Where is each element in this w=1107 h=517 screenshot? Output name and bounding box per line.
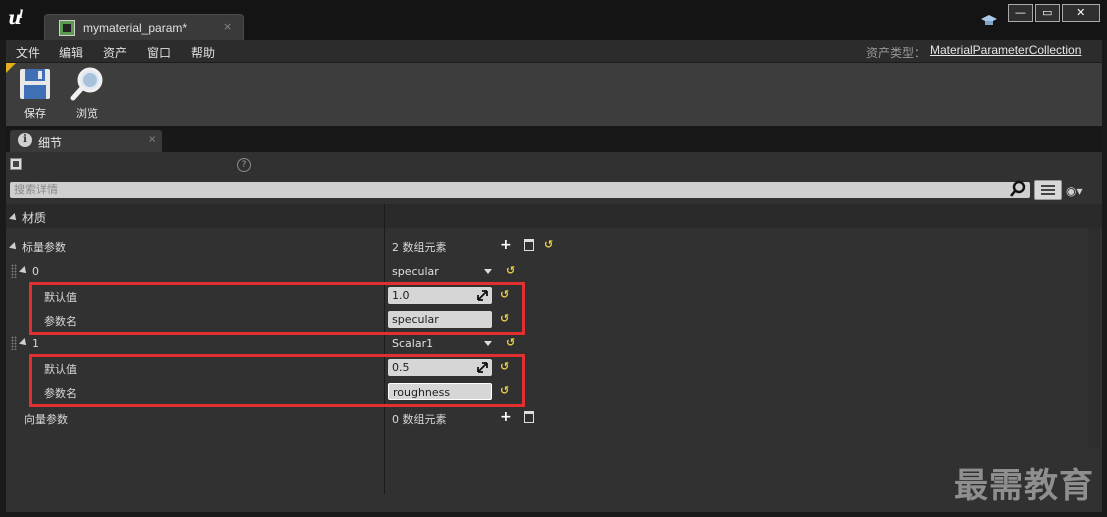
question-icon[interactable]: ? xyxy=(237,158,251,172)
element-1-combo[interactable]: Scalar1 xyxy=(388,335,498,353)
highlight-box-element-1 xyxy=(29,354,525,407)
vector-params-label: 向量参数 xyxy=(24,413,68,426)
window-controls: — ▭ ✕ xyxy=(1008,4,1100,22)
reset-icon[interactable]: ↺ xyxy=(506,336,515,349)
collapse-arrow-icon xyxy=(9,242,19,252)
search-input[interactable] xyxy=(10,182,1030,198)
collapse-arrow-icon xyxy=(19,338,29,348)
array-element-1: 1 Scalar1 ↺ xyxy=(6,332,1086,356)
menu-edit[interactable]: 编辑 xyxy=(59,44,83,61)
browse-button[interactable]: 浏览 xyxy=(62,67,112,123)
scrollbar[interactable] xyxy=(1088,228,1100,448)
document-tab-title: mymaterial_param* xyxy=(83,21,188,35)
unreal-logo-icon: u l xyxy=(6,4,32,30)
element-1-combo-text: Scalar1 xyxy=(392,337,434,350)
material-asset-icon xyxy=(59,20,75,36)
browse-icon xyxy=(70,67,103,101)
trash-icon[interactable] xyxy=(524,239,534,251)
maximize-button[interactable]: ▭ xyxy=(1034,4,1060,22)
help-hat-icon[interactable] xyxy=(980,14,998,28)
save-icon xyxy=(20,69,50,99)
element-0-label[interactable]: 0 xyxy=(19,265,39,278)
svg-text:l: l xyxy=(19,8,23,21)
scalar-params-row: 标量参数 2 数组元素 + ↺ xyxy=(6,234,1086,258)
search-icon[interactable] xyxy=(1009,180,1027,198)
watermark: 最需教育 xyxy=(954,466,1094,506)
tab-details-label: 细节 xyxy=(38,136,63,150)
vector-params-count: 0 数组元素 xyxy=(392,413,447,426)
element-0-combo-text: specular xyxy=(392,265,439,278)
menu-asset[interactable]: 资产 xyxy=(103,44,127,61)
array-element-0: 0 specular ↺ xyxy=(6,260,1086,284)
plus-icon[interactable]: + xyxy=(500,238,512,252)
vector-params-row: 向量参数 0 数组元素 + xyxy=(6,406,1086,430)
asset-type-link[interactable]: MaterialParameterCollection xyxy=(930,43,1081,57)
save-button[interactable]: 保存 xyxy=(10,67,60,123)
highlight-box-element-0 xyxy=(29,282,525,335)
drag-handle-icon[interactable] xyxy=(11,264,17,278)
menu-bar: 文件 编辑 资产 窗口 帮助 资产类型： MaterialParameterCo… xyxy=(6,40,1102,62)
scalar-params-label[interactable]: 标量参数 xyxy=(9,239,66,255)
menu-file[interactable]: 文件 xyxy=(16,44,40,61)
element-1-label[interactable]: 1 xyxy=(19,337,39,350)
section-title: 材质 xyxy=(9,209,46,226)
search-field[interactable] xyxy=(10,182,1030,198)
reset-icon[interactable]: ↺ xyxy=(544,238,553,251)
document-tab[interactable]: mymaterial_param* × xyxy=(44,14,244,40)
close-tab-icon[interactable]: × xyxy=(223,20,232,33)
close-window-button[interactable]: ✕ xyxy=(1061,4,1100,22)
chevron-down-icon xyxy=(484,341,492,346)
panel-tab-strip: i 细节 × xyxy=(6,126,1102,152)
eye-icon[interactable]: ◉▾ xyxy=(1066,184,1088,198)
title-bar: u l mymaterial_param* × — ▭ ✕ xyxy=(0,0,1107,40)
reset-icon[interactable]: ↺ xyxy=(506,264,515,277)
asset-type-label: 资产类型： xyxy=(866,46,927,60)
plus-icon[interactable]: + xyxy=(500,410,512,424)
close-panel-tab-icon[interactable]: × xyxy=(148,134,156,145)
minimize-button[interactable]: — xyxy=(1008,4,1033,22)
scalar-params-count: 2 数组元素 xyxy=(392,241,447,254)
element-0-combo[interactable]: specular xyxy=(388,263,498,281)
save-label: 保存 xyxy=(24,107,46,120)
trash-icon[interactable] xyxy=(524,411,534,423)
collapse-arrow-icon xyxy=(19,266,29,276)
info-icon: i xyxy=(18,133,32,147)
toolbar: 保存 浏览 xyxy=(6,62,1102,126)
browse-label: 浏览 xyxy=(76,107,98,120)
chevron-down-icon xyxy=(484,269,492,274)
menu-window[interactable]: 窗口 xyxy=(147,44,171,61)
menu-help[interactable]: 帮助 xyxy=(191,44,215,61)
details-panel: ? ◉▾ 材质 标量参数 2 数组元素 + ↺ 0 specular ↺ 默认值… xyxy=(6,152,1102,512)
collapse-arrow-icon xyxy=(9,213,19,223)
list-view-icon[interactable] xyxy=(1034,180,1062,200)
tab-details[interactable]: i 细节 × xyxy=(10,130,162,152)
material-asset-icon xyxy=(10,158,22,170)
section-header-material[interactable]: 材质 xyxy=(6,204,1102,228)
drag-handle-icon[interactable] xyxy=(11,336,17,350)
